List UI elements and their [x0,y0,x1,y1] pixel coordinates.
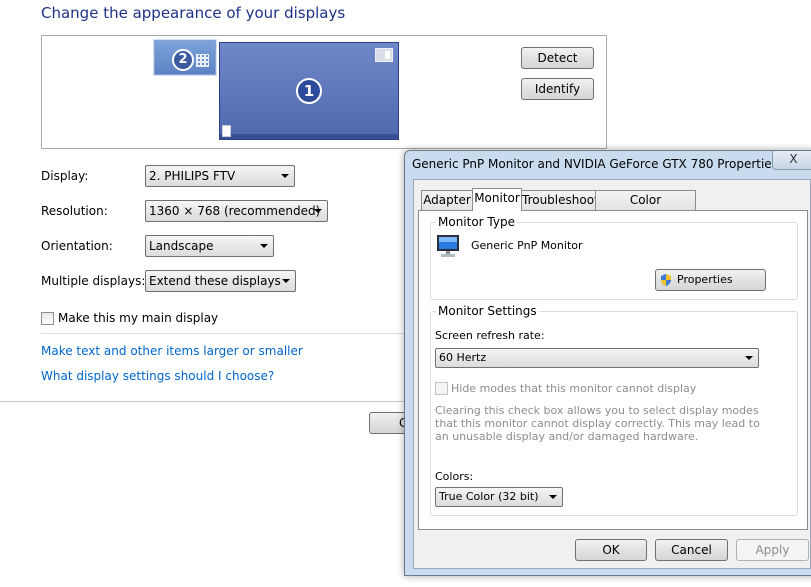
footer-divider [0,401,410,402]
page-title: Change the appearance of your displays [41,4,346,22]
dialog-client-area: Adapter Monitor Troubleshoot Color Manag… [413,179,811,569]
refresh-rate-value: 60 Hertz [439,351,487,364]
colors-label: Colors: [435,470,474,483]
resolution-select-value: 1360 × 768 (recommended) [149,204,321,218]
monitor-type-legend: Monitor Type [436,215,517,229]
orientation-select[interactable]: Landscape [145,235,274,257]
chevron-down-icon [314,209,322,213]
display-select-value: 2. PHILIPS FTV [149,169,236,183]
monitor-tab-page: Monitor Type Generic PnP Monitor Propert… [418,210,808,530]
close-icon: X [789,152,798,166]
chevron-down-icon [282,279,290,283]
taskbar-strip [220,134,398,139]
dialog-apply-button[interactable]: Apply [736,539,809,561]
grid-icon [196,54,209,67]
refresh-rate-select[interactable]: 60 Hertz [435,348,759,368]
display-help-link[interactable]: What display settings should I choose? [41,369,274,383]
tab-color-management[interactable]: Color Management [595,190,696,226]
monitor-2-number: 2 [172,49,194,71]
dialog-cancel-button[interactable]: Cancel [655,539,728,561]
monitor-1-number: 1 [296,78,322,104]
chevron-down-icon [549,495,557,499]
monitor-2-thumbnail[interactable]: 2 [153,39,217,76]
resolution-select[interactable]: 1360 × 768 (recommended) [145,200,328,222]
start-icon [222,125,231,137]
chevron-down-icon [260,244,268,248]
dialog-title: Generic PnP Monitor and NVIDIA GeForce G… [412,157,778,171]
text-size-link[interactable]: Make text and other items larger or smal… [41,344,303,358]
multiple-displays-select-value: Extend these displays [149,274,281,288]
display-label: Display: [41,169,89,183]
monitor-properties-button[interactable]: Properties [655,269,766,291]
tab-monitor[interactable]: Monitor [472,188,522,211]
chevron-down-icon [281,174,289,178]
tab-troubleshoot[interactable]: Troubleshoot [521,190,599,210]
tab-adapter[interactable]: Adapter [421,190,473,210]
monitor-settings-legend: Monitor Settings [436,304,539,318]
multiple-displays-select[interactable]: Extend these displays [145,270,296,292]
colors-select[interactable]: True Color (32 bit) [435,487,563,507]
resolution-label: Resolution: [41,204,108,218]
refresh-rate-label: Screen refresh rate: [435,329,545,342]
monitor-name: Generic PnP Monitor [471,239,583,252]
screen-resolution-window: Change the appearance of your displays 2… [0,0,811,587]
monitor-type-group: Monitor Type Generic PnP Monitor Propert… [430,215,798,300]
window-icon [375,48,393,62]
display-select[interactable]: 2. PHILIPS FTV [145,165,295,187]
colors-value: True Color (32 bit) [439,490,539,503]
hide-modes-checkbox[interactable] [435,382,448,395]
main-display-checkbox[interactable] [41,312,54,325]
orientation-label: Orientation: [41,239,113,253]
orientation-select-value: Landscape [149,239,214,253]
monitor-1-thumbnail[interactable]: 1 [219,42,399,140]
shield-icon [661,274,671,286]
main-display-label[interactable]: Make this my main display [58,311,218,325]
monitor-properties-label: Properties [677,273,733,286]
monitor-settings-group: Monitor Settings Screen refresh rate: 60… [430,304,798,516]
detect-button[interactable]: Detect [521,47,594,69]
monitor-properties-dialog: Generic PnP Monitor and NVIDIA GeForce G… [404,150,811,576]
multiple-displays-label: Multiple displays: [41,274,146,288]
hide-modes-label[interactable]: Hide modes that this monitor cannot disp… [451,382,696,395]
dialog-ok-button[interactable]: OK [575,539,647,561]
monitor-icon [437,235,459,257]
divider [41,333,411,334]
hide-modes-warning: Clearing this check box allows you to se… [435,404,760,443]
identify-button[interactable]: Identify [521,78,594,100]
close-button[interactable]: X [772,151,811,170]
chevron-down-icon [745,356,753,360]
